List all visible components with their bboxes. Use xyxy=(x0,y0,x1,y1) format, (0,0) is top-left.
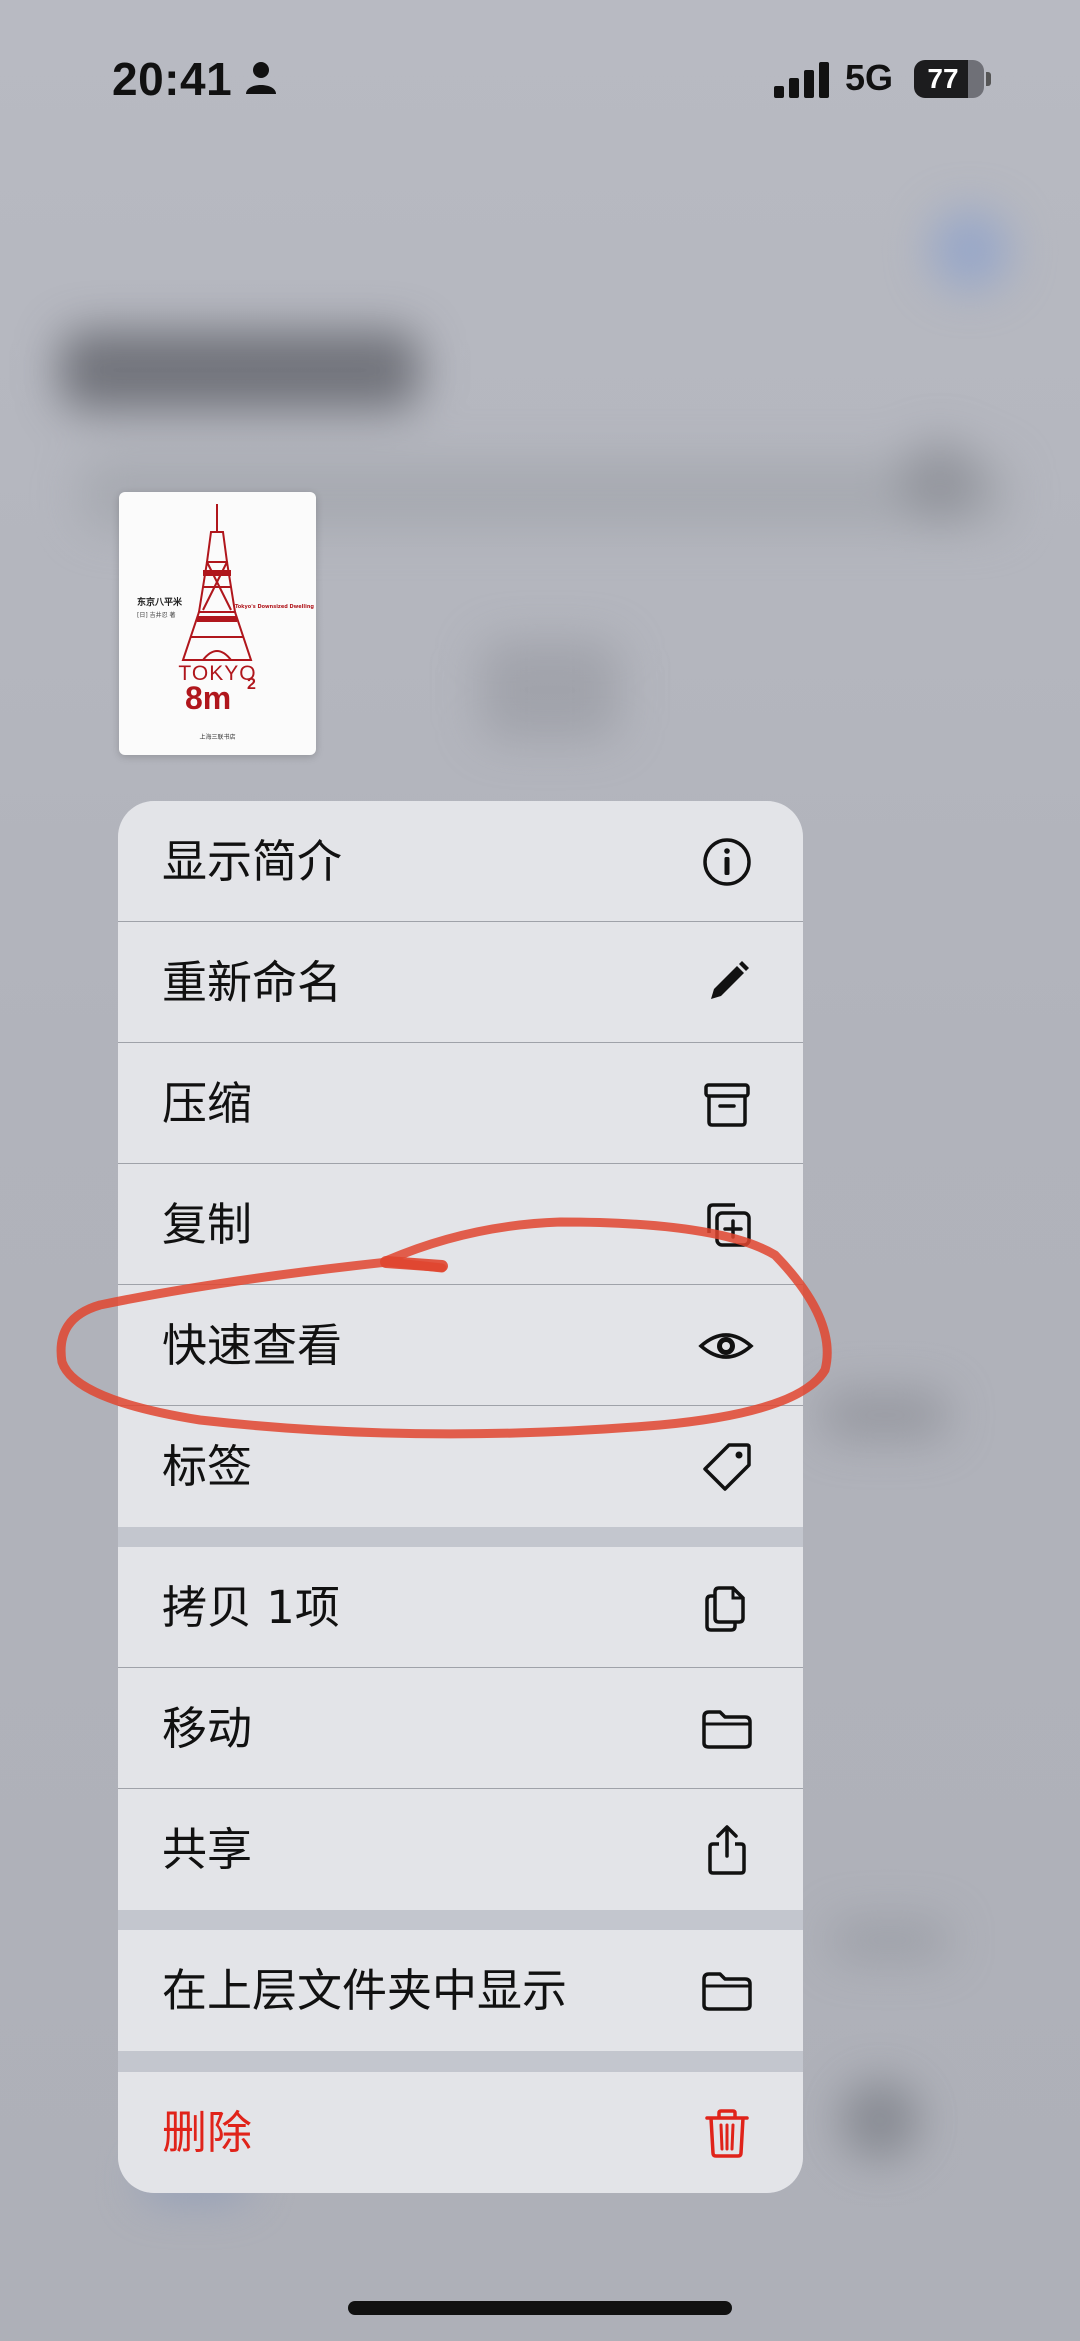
menu-item-get-info[interactable]: 显示简介 xyxy=(118,801,803,922)
battery-icon: 77 xyxy=(914,60,984,98)
menu-item-label: 标签 xyxy=(162,1440,253,1493)
menu-item-move[interactable]: 移动 xyxy=(118,1668,803,1789)
book-size-superscript: 2 xyxy=(247,676,256,693)
menu-item-label: 移动 xyxy=(162,1702,253,1755)
menu-item-share[interactable]: 共享 xyxy=(118,1789,803,1910)
menu-item-label: 共享 xyxy=(162,1823,253,1876)
context-menu: 显示简介 重新命名 压缩 复制 快速查看 标签 拷贝 1项 移动 共享 在上层文… xyxy=(118,801,803,2193)
share-icon xyxy=(708,1825,746,1875)
menu-item-duplicate[interactable]: 复制 xyxy=(118,1164,803,1285)
tag-icon xyxy=(703,1443,751,1491)
book-author: [日] 吉井忍 著 xyxy=(137,612,176,619)
menu-item-label: 压缩 xyxy=(162,1077,253,1130)
eye-icon xyxy=(698,1333,754,1359)
home-indicator[interactable] xyxy=(348,2301,732,2315)
book-cover-preview[interactable]: 东京八平米 [日] 吉井忍 著 Tokyo's Downsized Dwelli… xyxy=(119,492,316,755)
book-publisher: 上海三联书店 xyxy=(199,734,236,741)
battery-level: 77 xyxy=(927,63,959,94)
info-icon xyxy=(703,838,751,886)
book-chinese-title: 东京八平米 xyxy=(137,598,183,608)
menu-item-label: 拷贝 1项 xyxy=(162,1581,340,1634)
battery-tip xyxy=(986,72,991,86)
book-size-text: 8m xyxy=(185,680,232,716)
status-bar: 20:41 5G 77 xyxy=(0,0,1080,150)
copy-documents-icon xyxy=(705,1586,745,1632)
trash-icon xyxy=(705,2109,749,2158)
menu-item-label: 复制 xyxy=(162,1198,253,1251)
menu-item-quick-look[interactable]: 快速查看 xyxy=(118,1285,803,1406)
menu-item-show-in-enclosing-folder[interactable]: 在上层文件夹中显示 xyxy=(118,1930,803,2051)
folder-icon xyxy=(702,1710,752,1749)
menu-item-label: 删除 xyxy=(162,2106,253,2159)
book-english-subtitle: Tokyo's Downsized Dwelling xyxy=(235,604,314,610)
menu-item-copy[interactable]: 拷贝 1项 xyxy=(118,1547,803,1668)
folder-icon xyxy=(702,1972,752,2011)
menu-item-label: 快速查看 xyxy=(162,1319,343,1372)
menu-item-label: 在上层文件夹中显示 xyxy=(162,1964,568,2017)
menu-item-rename[interactable]: 重新命名 xyxy=(118,922,803,1043)
network-type: 5G xyxy=(845,57,894,98)
archive-box-icon xyxy=(704,1083,750,1127)
menu-item-label: 重新命名 xyxy=(162,956,343,1009)
status-time: 20:41 xyxy=(112,53,233,105)
duplicate-icon xyxy=(707,1203,751,1247)
menu-item-label: 显示简介 xyxy=(162,835,343,888)
cellular-signal-icon xyxy=(774,62,829,98)
person-icon xyxy=(246,62,276,94)
pencil-icon xyxy=(711,961,749,999)
menu-item-tags[interactable]: 标签 xyxy=(118,1406,803,1527)
menu-item-delete[interactable]: 删除 xyxy=(118,2072,803,2193)
menu-item-compress[interactable]: 压缩 xyxy=(118,1043,803,1164)
